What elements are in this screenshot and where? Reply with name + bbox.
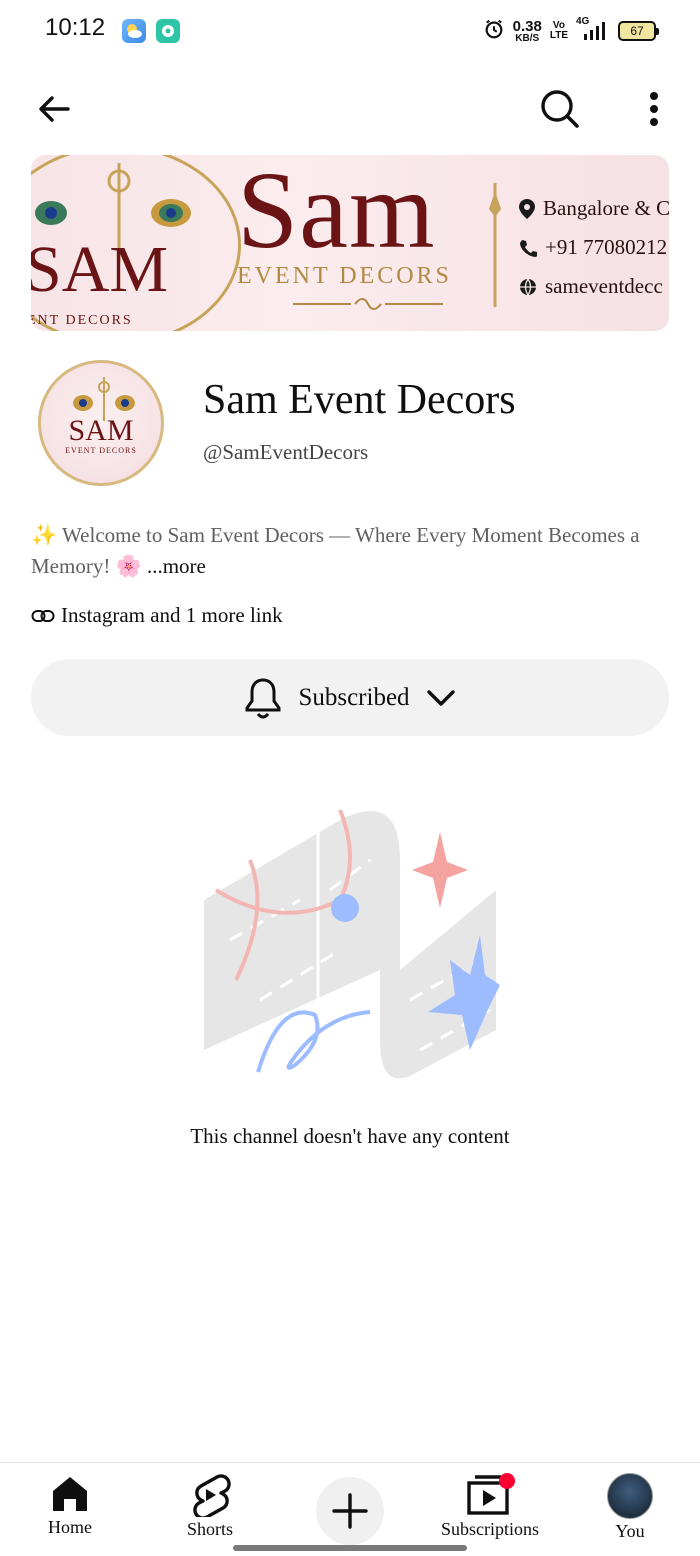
channel-avatar[interactable]: SAM EVENT DECORS [38,360,164,486]
banner-left-brand: SAM [31,233,169,306]
banner-ornament-icon [293,298,443,310]
notification-dot [499,1473,515,1489]
bell-icon [245,677,281,718]
more-options-button[interactable] [626,78,682,140]
empty-channel-illustration-icon [204,809,500,1079]
top-app-bar [0,78,700,140]
network-speed: 0.38 KB/S [513,19,542,44]
arrow-left-icon [39,96,70,122]
plus-icon [332,1493,368,1529]
network-speed-unit: KB/S [515,32,540,44]
banner-location-text: Bangalore & C [543,196,669,220]
subscriptions-icon [467,1473,515,1515]
banner-location: Bangalore & C [519,189,669,228]
globe-icon [520,278,536,296]
nav-subscriptions-label: Subscriptions [440,1519,539,1539]
nav-you-label: You [615,1521,645,1541]
more-vertical-icon [650,92,658,126]
channel-banner[interactable]: SAM ENT DECORS Sam EVENT DECORS Bangalor… [31,155,669,331]
banner-contact-info: Bangalore & C +91 77080212 sameventdecc [519,189,669,306]
home-gesture-bar[interactable] [233,1545,467,1551]
bottom-navigation: Home Shorts Subscriptions You [0,1462,700,1556]
subscribed-label: Subscribed [298,683,410,711]
chat-app-icon [156,19,180,43]
banner-phone-text: +91 77080212 [545,235,668,259]
banner-subtitle: EVENT DECORS [237,263,452,289]
banner-left-subtitle: ENT DECORS [31,313,133,328]
nav-shorts-label: Shorts [186,1519,233,1539]
status-bar: 10:12 0.38 KB/S Vo LTE 4G 67 [0,0,700,62]
status-time: 10:12 [45,14,106,41]
network-type: 4G [576,16,590,27]
alarm-icon [483,18,505,45]
search-button[interactable] [532,78,588,140]
nav-subscriptions[interactable]: Subscriptions [430,1473,550,1540]
weather-app-icon [122,19,146,43]
banner-website: sameventdecc [519,267,669,306]
battery-indicator: 67 [618,21,659,41]
banner-title: Sam [237,155,436,271]
link-icon [31,609,55,622]
back-button[interactable] [26,78,82,140]
status-indicators: 0.38 KB/S Vo LTE 4G 67 [483,16,659,46]
description-text: ✨ Welcome to Sam Event Decors — Where Ev… [31,523,640,578]
nav-shorts[interactable]: Shorts [150,1473,270,1540]
empty-state-message: This channel doesn't have any content [190,1124,510,1148]
nav-home-label: Home [48,1517,92,1537]
location-pin-icon [519,198,535,219]
volte-indicator: Vo LTE [549,20,568,42]
phone-icon [520,239,537,257]
home-icon [53,1477,87,1511]
volte-bottom: LTE [549,30,568,41]
channel-name: Sam Event Decors [203,377,516,423]
banner-phone: +91 77080212 [519,228,669,267]
channel-handle: @SamEventDecors [203,440,369,464]
more-link[interactable]: ...more [147,554,206,578]
create-button[interactable] [316,1477,384,1545]
nav-home[interactable]: Home [10,1473,130,1538]
avatar-subtitle: EVENT DECORS [65,445,137,455]
avatar [607,1473,653,1519]
chevron-down-icon [426,689,455,706]
signal-icon: 4G [576,16,610,42]
search-icon [541,90,579,128]
banner-website-text: sameventdecc [545,274,663,298]
subscribed-button[interactable]: Subscribed [31,659,669,736]
channel-links[interactable]: Instagram and 1 more link [31,603,283,628]
network-speed-value: 0.38 [512,17,542,35]
channel-description[interactable]: ✨ Welcome to Sam Event Decors — Where Ev… [31,520,671,582]
banner-divider-icon [489,183,501,307]
links-text: Instagram and 1 more link [61,603,283,627]
avatar-emblem-icon [73,377,135,421]
shorts-icon [193,1474,231,1517]
nav-you[interactable]: You [570,1473,690,1542]
